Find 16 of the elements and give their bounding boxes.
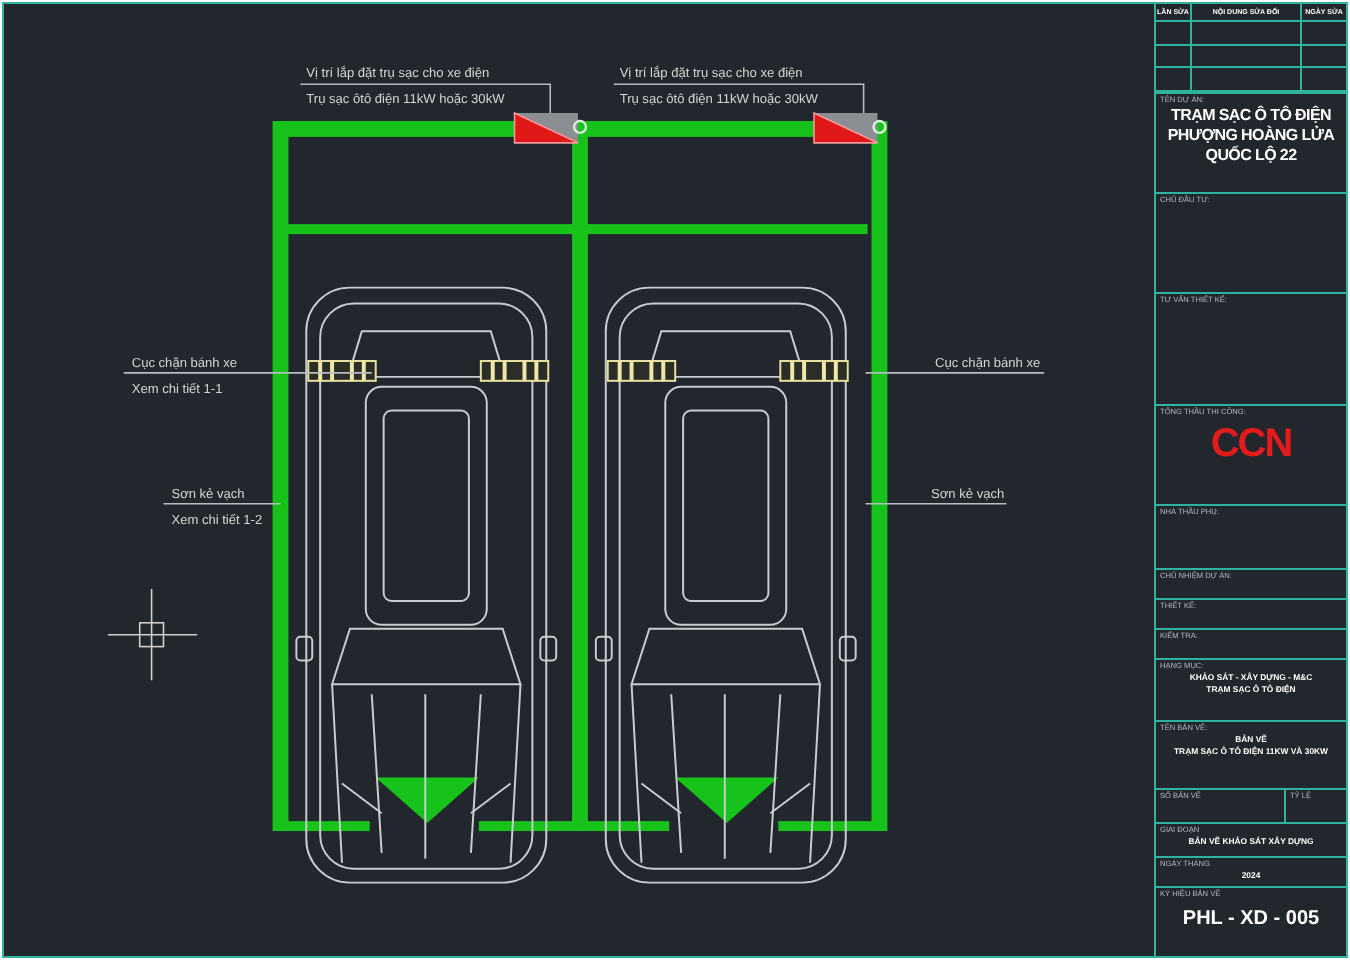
drawing-code: PHL - XD - 005	[1182, 906, 1320, 934]
direction-arrow	[675, 777, 779, 824]
wheel-stopper	[479, 359, 550, 383]
contractor-logo: CCN	[1210, 420, 1292, 470]
wheel-stopper	[307, 359, 377, 383]
leader-line	[162, 503, 282, 505]
wheel-stopper	[606, 359, 677, 383]
wheel-stopper	[779, 359, 849, 383]
leader-line	[864, 503, 1008, 505]
direction-arrow	[375, 777, 479, 824]
project-title: PHƯỢNG HOÀNG LỬA	[1167, 126, 1335, 145]
crosshair-icon	[107, 588, 198, 682]
charger-marker	[513, 111, 588, 144]
project-title: QUỐC LỘ 22	[1205, 146, 1297, 166]
project-title: TRẠM SẠC Ô TÔ ĐIỆN	[1171, 106, 1331, 125]
charger-marker	[813, 111, 887, 144]
